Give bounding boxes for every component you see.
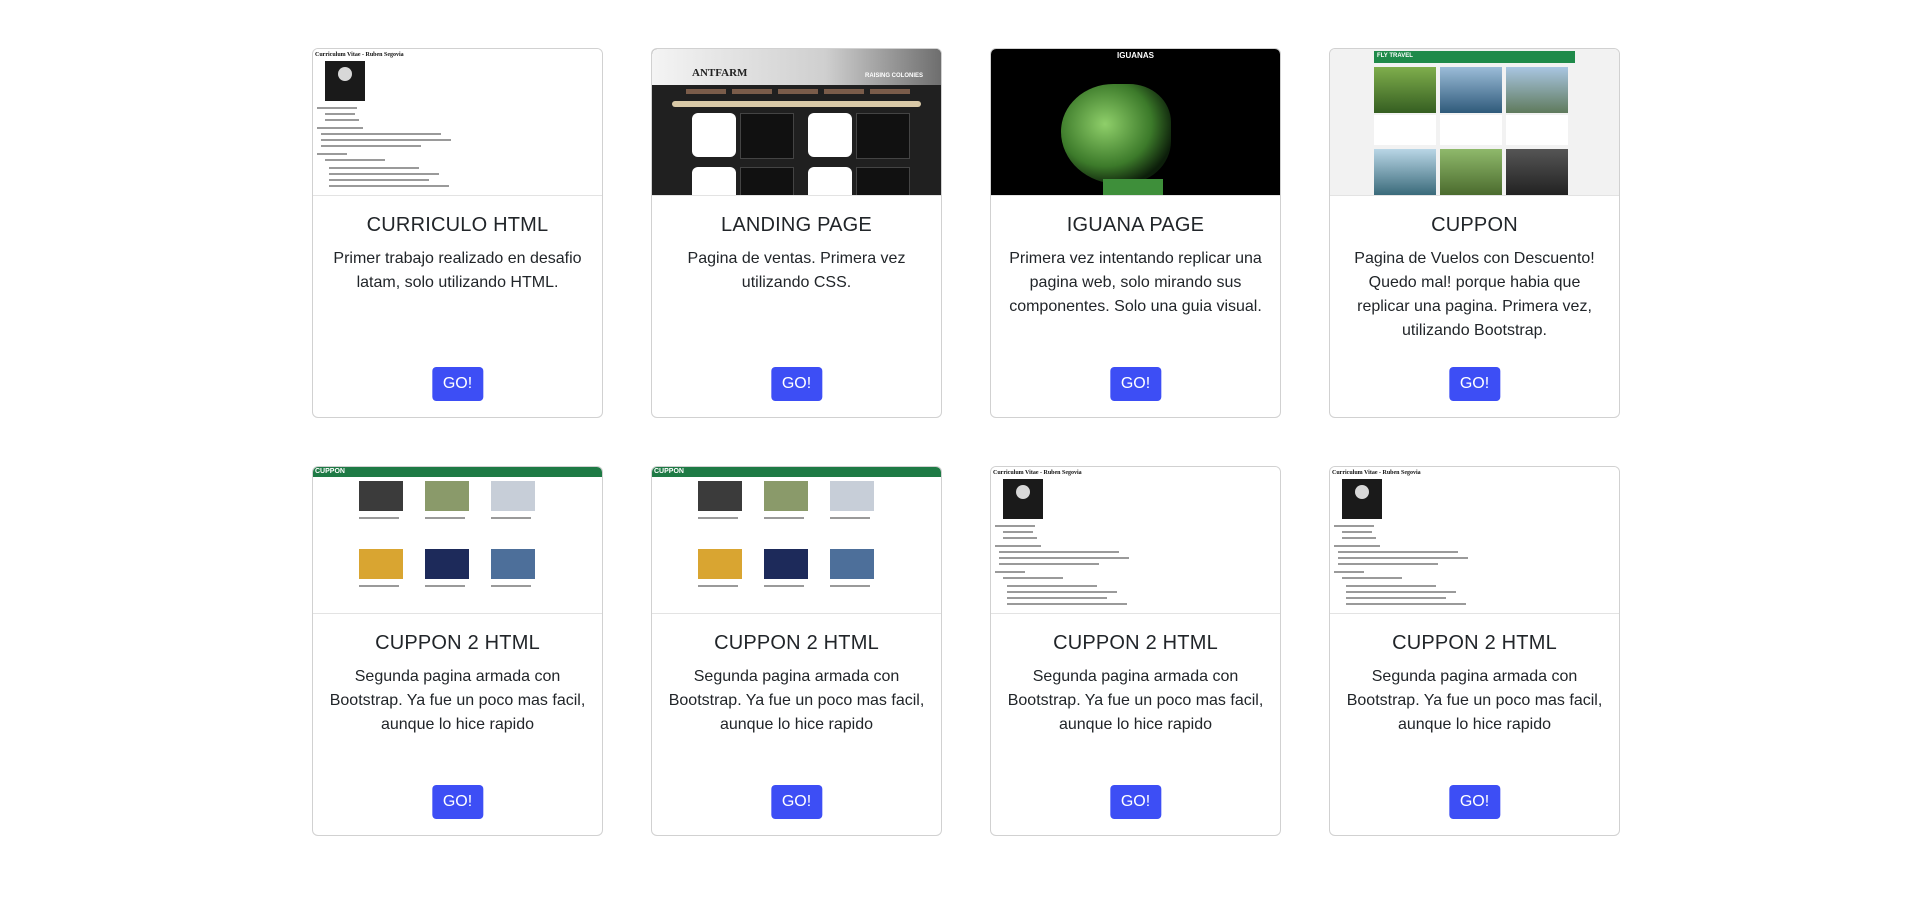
- card-title: CUPPON 2 HTML: [375, 632, 540, 654]
- iguana-image: [1061, 84, 1171, 184]
- card-thumbnail-cuppon2: CUPPON: [652, 467, 941, 614]
- thumb-title: IGUANAS: [1117, 51, 1154, 60]
- project-card: FLY TRAVEL CUPPON Pagina de Vuelos con D…: [1329, 48, 1620, 418]
- go-button[interactable]: GO!: [431, 367, 484, 401]
- go-button[interactable]: GO!: [431, 785, 484, 819]
- go-button[interactable]: GO!: [1109, 785, 1162, 819]
- go-button[interactable]: GO!: [1109, 367, 1162, 401]
- card-thumbnail-curriculo: Curriculum Vitae - Ruben Segovia: [1330, 467, 1619, 614]
- thumb-heading: Curriculum Vitae - Ruben Segovia: [1332, 470, 1421, 476]
- project-card: CUPPON CUPPON 2 HTML Segunda pagina arma…: [651, 466, 942, 836]
- card-title: CUPPON 2 HTML: [1392, 632, 1557, 654]
- card-description: Segunda pagina armada con Bootstrap. Ya …: [668, 668, 925, 733]
- profile-photo: [325, 61, 365, 101]
- thumb-brand: CUPPON: [654, 468, 684, 475]
- project-card: ANTFARM RAISING COLONIES LANDING PAGE Pa…: [651, 48, 942, 418]
- project-card-grid: Curriculum Vitae - Ruben Segovia CURRICU…: [312, 48, 1621, 836]
- card-title: CUPPON: [1431, 214, 1518, 236]
- card-description: Primer trabajo realizado en desafio lata…: [333, 250, 582, 291]
- thumb-brand: ANTFARM: [692, 67, 748, 79]
- card-thumbnail-curriculo: Curriculum Vitae - Ruben Segovia: [991, 467, 1280, 614]
- thumb-tagline: RAISING COLONIES: [864, 73, 923, 79]
- card-thumbnail-cuppon: FLY TRAVEL: [1330, 49, 1619, 196]
- card-description: Segunda pagina armada con Bootstrap. Ya …: [1346, 668, 1603, 733]
- project-card: Curriculum Vitae - Ruben Segovia CUPPON …: [1329, 466, 1620, 836]
- card-title: IGUANA PAGE: [1066, 214, 1205, 236]
- profile-photo: [1342, 479, 1382, 519]
- card-description: Pagina de Vuelos con Descuento! Quedo ma…: [1354, 250, 1595, 339]
- thumb-brand: FLY TRAVEL: [1377, 53, 1413, 59]
- card-thumbnail-curriculo: Curriculum Vitae - Ruben Segovia: [313, 49, 602, 196]
- go-button[interactable]: GO!: [770, 367, 823, 401]
- thumb-heading: Curriculum Vitae - Ruben Segovia: [993, 470, 1082, 476]
- card-thumbnail-cuppon2: CUPPON: [313, 467, 602, 614]
- project-card: IGUANAS IGUANA PAGE Primera vez intentan…: [990, 48, 1281, 418]
- thumb-heading: Curriculum Vitae - Ruben Segovia: [315, 52, 404, 58]
- project-card: CUPPON CUPPON 2 HTML Segunda pagina arma…: [312, 466, 603, 836]
- profile-photo: [1003, 479, 1043, 519]
- card-description: Primera vez intentando replicar una pagi…: [1009, 250, 1262, 315]
- card-description: Segunda pagina armada con Bootstrap. Ya …: [1007, 668, 1264, 733]
- card-description: Segunda pagina armada con Bootstrap. Ya …: [329, 668, 586, 733]
- card-title: CURRICULO HTML: [366, 214, 549, 236]
- go-button[interactable]: GO!: [770, 785, 823, 819]
- card-title: CUPPON 2 HTML: [714, 632, 879, 654]
- card-title: LANDING PAGE: [721, 214, 872, 236]
- card-title: CUPPON 2 HTML: [1053, 632, 1218, 654]
- thumb-brand: CUPPON: [315, 468, 345, 475]
- go-button[interactable]: GO!: [1448, 367, 1501, 401]
- card-description: Pagina de ventas. Primera vez utilizando…: [687, 250, 906, 291]
- project-card: Curriculum Vitae - Ruben Segovia CUPPON …: [990, 466, 1281, 836]
- card-thumbnail-landing: ANTFARM RAISING COLONIES: [652, 49, 941, 196]
- card-thumbnail-iguana: IGUANAS: [991, 49, 1280, 196]
- project-card: Curriculum Vitae - Ruben Segovia CURRICU…: [312, 48, 603, 418]
- go-button[interactable]: GO!: [1448, 785, 1501, 819]
